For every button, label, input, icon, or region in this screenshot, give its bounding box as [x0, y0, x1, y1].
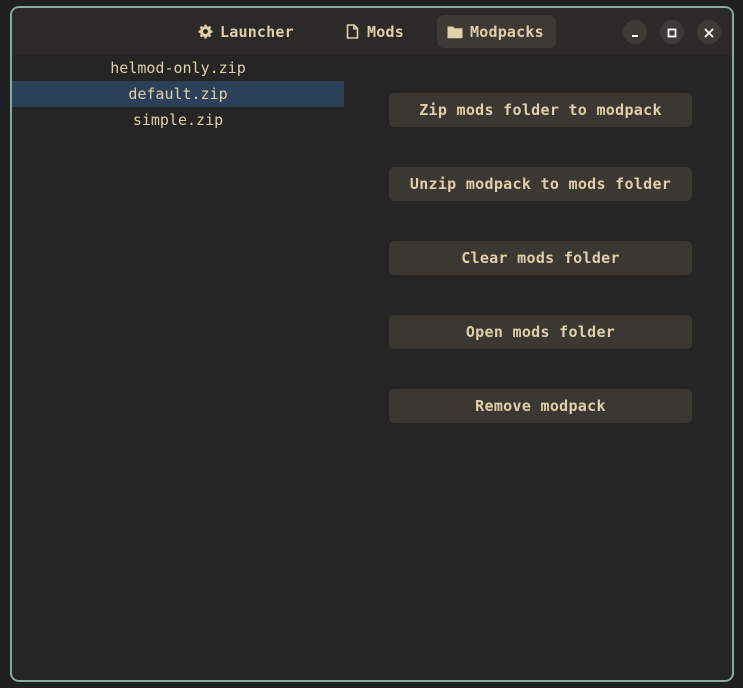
minimize-icon — [630, 23, 640, 42]
tab-launcher-label: Launcher — [220, 22, 294, 41]
open-mods-folder-button[interactable]: Open mods folder — [389, 315, 692, 349]
modpack-list: helmod-only.zip default.zip simple.zip — [12, 55, 344, 133]
app-window: Launcher Mods Modpacks helmod-only.zip d… — [10, 6, 734, 682]
tab-mods[interactable]: Mods — [334, 15, 416, 48]
tab-launcher[interactable]: Launcher — [187, 15, 306, 48]
tab-modpacks-label: Modpacks — [470, 22, 544, 41]
maximize-button[interactable] — [660, 20, 684, 44]
tab-mods-label: Mods — [367, 22, 404, 41]
gear-icon — [197, 24, 213, 40]
close-icon — [704, 23, 714, 42]
maximize-icon — [667, 23, 677, 42]
list-item-selected[interactable]: default.zip — [12, 81, 344, 107]
close-button[interactable] — [697, 20, 721, 44]
file-icon — [344, 24, 360, 40]
clear-mods-button[interactable]: Clear mods folder — [389, 241, 692, 275]
zip-mods-button[interactable]: Zip mods folder to modpack — [389, 93, 692, 127]
list-item[interactable]: simple.zip — [12, 107, 344, 133]
minimize-button[interactable] — [623, 20, 647, 44]
list-item[interactable]: helmod-only.zip — [12, 55, 344, 81]
folder-icon — [447, 24, 463, 40]
unzip-modpack-button[interactable]: Unzip modpack to mods folder — [389, 167, 692, 201]
title-bar: Launcher Mods Modpacks — [12, 8, 732, 55]
remove-modpack-button[interactable]: Remove modpack — [389, 389, 692, 423]
actions-panel: Zip mods folder to modpack Unzip modpack… — [389, 93, 692, 463]
tab-modpacks[interactable]: Modpacks — [437, 15, 556, 48]
